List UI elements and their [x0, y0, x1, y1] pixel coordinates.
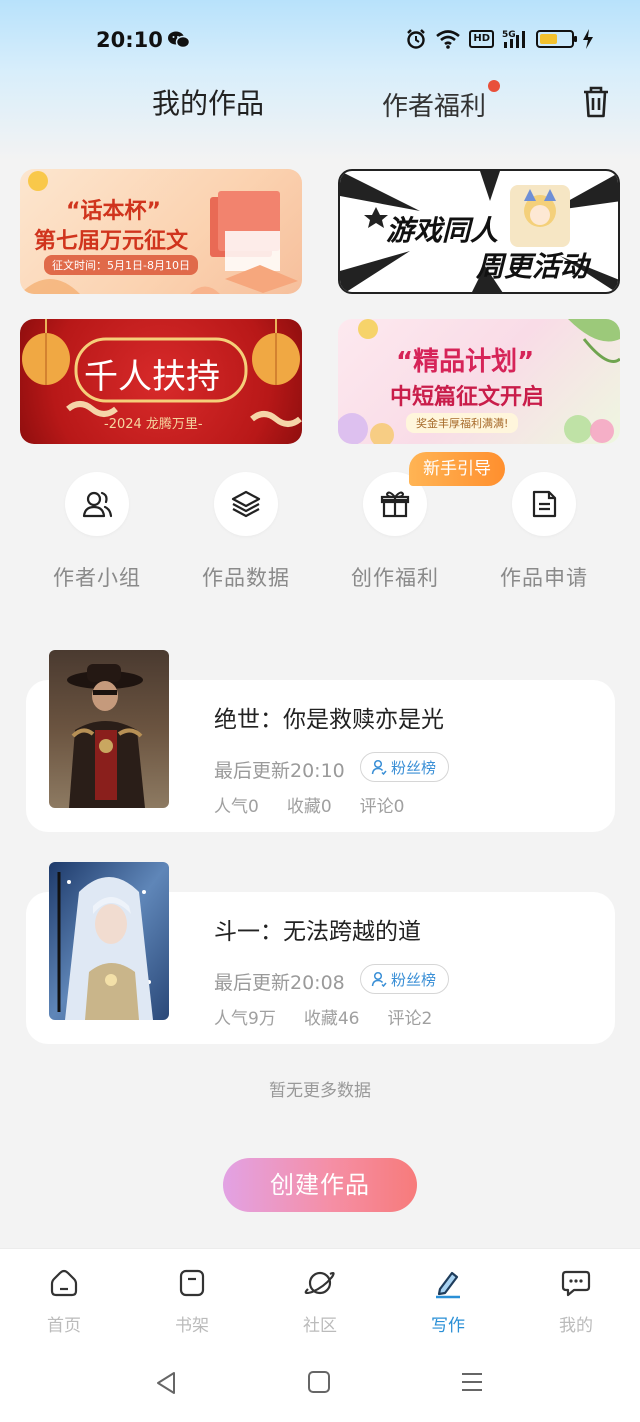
document-icon [532, 490, 557, 518]
layers-icon [231, 490, 261, 518]
entry-work-application[interactable]: 作品申请 [479, 472, 609, 592]
work-title: 斗一：无法跨越的道 [214, 919, 421, 945]
work-cover[interactable] [49, 862, 169, 1020]
author-group-label: 作者小组 [53, 566, 141, 590]
back-icon[interactable] [154, 1370, 178, 1396]
status-icons: HD 5G [405, 28, 594, 50]
wechat-icon [168, 31, 190, 49]
page-header: 我的作品 作者福利 [0, 80, 640, 140]
no-more-data: 暂无更多数据 [269, 1081, 371, 1101]
nav-community-label: 社区 [303, 1316, 337, 1336]
creation-welfare-label: 创作福利 [351, 566, 439, 590]
bottom-nav: 首页 书架 社区 写作 我的 [0, 1248, 640, 1342]
nav-home[interactable]: 首页 [0, 1267, 128, 1336]
battery-level [540, 34, 557, 44]
banner4-line3: 奖金丰厚福利满满! [406, 413, 519, 433]
banner4-line2: 中短篇征文开启 [390, 385, 545, 410]
nav-bookshelf-label: 书架 [175, 1316, 209, 1336]
status-bar: 20:10 HD 5G [0, 0, 640, 80]
user-icon [371, 971, 387, 987]
nav-mine-label: 我的 [559, 1316, 593, 1336]
trash-icon[interactable] [580, 84, 612, 120]
wifi-icon [436, 30, 461, 49]
banner1-line3: 征文时间：5月1日-8月10日 [44, 255, 198, 275]
work-popularity: 人气9万 [214, 1009, 276, 1029]
alarm-icon [407, 29, 426, 49]
work-application-button[interactable] [512, 472, 576, 536]
home-icon [50, 1269, 78, 1297]
fans-rank-label: 粉丝榜 [391, 970, 437, 989]
work-comments: 评论0 [359, 797, 405, 817]
create-work-button[interactable]: 创建作品 [223, 1158, 417, 1212]
banner1-line1: “话本杯” [66, 199, 161, 224]
system-nav-bar [0, 1342, 640, 1422]
cover-image-cavalier [49, 650, 169, 808]
nav-home-label: 首页 [47, 1316, 81, 1336]
nav-writing[interactable]: 写作 [384, 1267, 512, 1336]
battery-icon [536, 30, 577, 48]
status-time: 20:10 [96, 28, 163, 52]
banner2-line1: 游戏同人 [386, 214, 499, 247]
work-updated: 最后更新20:08 [214, 972, 345, 994]
banner3-line1: 千人扶持 [84, 357, 220, 397]
people-icon [82, 491, 113, 518]
banner2-line2: 周更活动 [476, 250, 589, 283]
author-group-button[interactable] [65, 472, 129, 536]
banner1-line2: 第七届万元征文 [34, 229, 189, 254]
pen-icon [436, 1271, 460, 1299]
fans-rank-button[interactable]: 粉丝榜 [360, 752, 450, 782]
charging-icon [583, 29, 593, 49]
nav-mine[interactable]: 我的 [512, 1267, 640, 1336]
tab-author-welfare[interactable]: 作者福利 [382, 86, 486, 123]
gift-icon [380, 491, 410, 518]
bookshelf-icon [179, 1269, 205, 1297]
work-cover[interactable] [49, 650, 169, 808]
work-favorites: 收藏46 [303, 1009, 360, 1029]
fans-rank-label: 粉丝榜 [391, 758, 437, 777]
work-stats: 人气9万 收藏46 评论2 [214, 1004, 432, 1029]
work-title: 绝世：你是救赎亦是光 [214, 707, 444, 733]
entry-work-data[interactable]: 作品数据 [181, 472, 311, 592]
newbie-guide-badge[interactable]: 新手引导 [409, 452, 505, 486]
entry-creation-welfare[interactable]: 创作福利 [330, 472, 460, 592]
home-square-icon[interactable] [307, 1370, 331, 1394]
work-data-label: 作品数据 [202, 566, 290, 590]
entry-author-group[interactable]: 作者小组 [32, 472, 162, 592]
hd-badge: HD [469, 30, 494, 48]
menu-icon[interactable] [460, 1370, 484, 1394]
work-stats: 人气0 收藏0 评论0 [214, 792, 404, 817]
work-popularity: 人气0 [214, 797, 259, 817]
svg-text:5G: 5G [502, 30, 516, 40]
banner3-line2: -2024 龙腾万里- [104, 417, 203, 432]
user-icon [371, 759, 387, 775]
banner-quality-plan[interactable]: “精品计划” 中短篇征文开启 奖金丰厚福利满满! [338, 319, 620, 444]
nav-bookshelf[interactable]: 书架 [128, 1267, 256, 1336]
nav-writing-label: 写作 [431, 1316, 465, 1336]
banner-thousand-support[interactable]: 千人扶持 -2024 龙腾万里- [20, 319, 302, 444]
notification-dot [488, 80, 500, 92]
work-favorites: 收藏0 [286, 797, 332, 817]
banner4-line1: “精品计划” [396, 347, 535, 377]
fans-rank-button[interactable]: 粉丝榜 [360, 964, 450, 994]
cover-image-silver-hair [49, 862, 169, 1020]
signal-icon: 5G [502, 30, 525, 48]
planet-icon [304, 1271, 335, 1295]
banner-game-fanfic[interactable]: 游戏同人 周更活动 [338, 169, 620, 294]
work-data-button[interactable] [214, 472, 278, 536]
work-comments: 评论2 [387, 1009, 433, 1029]
tab-my-works[interactable]: 我的作品 [152, 82, 264, 122]
chat-icon [561, 1270, 591, 1297]
nav-community[interactable]: 社区 [256, 1267, 384, 1336]
work-application-label: 作品申请 [500, 566, 588, 590]
work-updated: 最后更新20:10 [214, 760, 345, 782]
banner-essay-contest[interactable]: “话本杯” 第七届万元征文 征文时间：5月1日-8月10日 [20, 169, 302, 294]
